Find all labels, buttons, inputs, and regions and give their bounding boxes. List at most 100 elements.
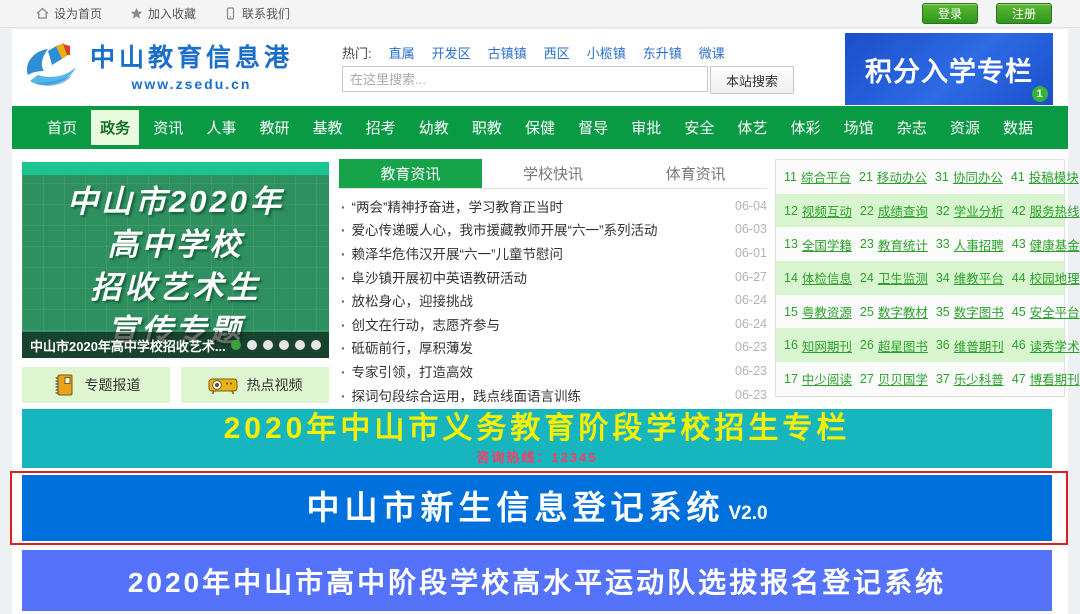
- hot-link-4[interactable]: 小榄镇: [587, 43, 626, 62]
- points-admission-banner[interactable]: 积分入学专栏 1: [845, 33, 1053, 105]
- search-input[interactable]: [342, 66, 708, 92]
- promo-carousel[interactable]: 中山市2020年高中学校招收艺术生宣传专题 中山市2020年高中学校招收艺术..…: [22, 162, 329, 358]
- sports-registration-banner[interactable]: 2020年中山市高中阶段学校高水平运动队选拔报名登记系统: [22, 550, 1052, 611]
- carousel-dot-5[interactable]: [311, 340, 321, 350]
- service-label: 乐少科普: [954, 369, 1004, 388]
- nav-item-1[interactable]: 政务: [91, 110, 139, 145]
- nav-item-9[interactable]: 保健: [516, 110, 564, 145]
- add-favorite-link[interactable]: 加入收藏: [130, 5, 196, 22]
- service-link-12[interactable]: 12视频互动: [776, 201, 852, 220]
- news-item[interactable]: 放松身心，迎接挑战06-24: [339, 288, 767, 312]
- news-title: “两会”精神抒奋进，学习教育正当时: [339, 196, 725, 216]
- contact-us-link[interactable]: 联系我们: [224, 5, 290, 22]
- site-logo[interactable]: 中山教育信息港 www.zsedu.cn: [22, 37, 293, 93]
- nav-item-8[interactable]: 职教: [463, 110, 511, 145]
- carousel-dot-4[interactable]: [295, 340, 305, 350]
- nav-item-11[interactable]: 审批: [622, 110, 670, 145]
- nav-item-7[interactable]: 幼教: [410, 110, 458, 145]
- service-link-26[interactable]: 26超星图书: [852, 336, 928, 355]
- carousel-dot-2[interactable]: [263, 340, 273, 350]
- nav-item-10[interactable]: 督导: [569, 110, 617, 145]
- news-item[interactable]: “两会”精神抒奋进，学习教育正当时06-04: [339, 194, 767, 218]
- service-number: 45: [1012, 305, 1026, 319]
- service-number: 13: [784, 237, 798, 251]
- news-item[interactable]: 专家引领，打造高效06-23: [339, 359, 767, 383]
- service-link-27[interactable]: 27贝贝国学: [852, 369, 928, 388]
- service-link-16[interactable]: 16知网期刊: [776, 336, 852, 355]
- special-reports-button[interactable]: 专题报道: [22, 367, 170, 403]
- nav-item-18[interactable]: 数据: [994, 110, 1042, 145]
- service-label: 粤教资源: [802, 302, 852, 321]
- service-link-45[interactable]: 45安全平台: [1004, 302, 1080, 321]
- nav-item-4[interactable]: 教研: [250, 110, 298, 145]
- news-item[interactable]: 赖泽华危伟汉开展“六一”儿童节慰问06-01: [339, 241, 767, 265]
- service-link-17[interactable]: 17中少阅读: [776, 369, 852, 388]
- register-button[interactable]: 注册: [996, 3, 1052, 24]
- service-link-37[interactable]: 37乐少科普: [928, 369, 1004, 388]
- service-link-32[interactable]: 32学业分析: [928, 201, 1004, 220]
- contact-us-label: 联系我们: [242, 5, 290, 22]
- nav-item-13[interactable]: 体艺: [728, 110, 776, 145]
- service-link-13[interactable]: 13全国学籍: [776, 235, 852, 254]
- news-tab-2[interactable]: 体育资讯: [624, 159, 767, 188]
- nav-item-5[interactable]: 基教: [304, 110, 352, 145]
- service-link-15[interactable]: 15粤教资源: [776, 302, 852, 321]
- newstudent-registration-banner[interactable]: 中山市新生信息登记系统 V2.0: [22, 475, 1052, 541]
- service-number: 23: [860, 237, 874, 251]
- service-link-31[interactable]: 31协同办公: [927, 167, 1003, 186]
- service-link-47[interactable]: 47博看期刊: [1004, 369, 1080, 388]
- service-link-43[interactable]: 43健康基金: [1004, 235, 1080, 254]
- service-link-23[interactable]: 23教育统计: [852, 235, 928, 254]
- service-link-21[interactable]: 21移动办公: [851, 167, 927, 186]
- nav-item-6[interactable]: 招考: [357, 110, 405, 145]
- enrollment-banner[interactable]: 2020年中山市义务教育阶段学校招生专栏 咨询热线：12345: [22, 409, 1052, 468]
- nav-item-15[interactable]: 场馆: [835, 110, 883, 145]
- login-button[interactable]: 登录: [922, 3, 978, 24]
- news-item[interactable]: 探词句段综合运用，践点线面语言训练06-23: [339, 383, 767, 407]
- news-item[interactable]: 阜沙镇开展初中英语教研活动06-27: [339, 265, 767, 289]
- nav-item-3[interactable]: 人事: [197, 110, 245, 145]
- hot-link-6[interactable]: 微课: [699, 43, 725, 62]
- news-tab-0[interactable]: 教育资讯: [339, 159, 482, 188]
- news-tab-1[interactable]: 学校快讯: [482, 159, 625, 188]
- service-link-46[interactable]: 46读秀学术: [1004, 336, 1080, 355]
- service-link-25[interactable]: 25数字教材: [852, 302, 928, 321]
- nav-item-2[interactable]: 资讯: [144, 110, 192, 145]
- quick-buttons-row: 专题报道 热点视频: [22, 367, 329, 403]
- service-link-36[interactable]: 36维普期刊: [928, 336, 1004, 355]
- hot-link-2[interactable]: 古镇镇: [488, 43, 527, 62]
- service-link-35[interactable]: 35数字图书: [928, 302, 1004, 321]
- service-link-14[interactable]: 14体检信息: [776, 268, 852, 287]
- projector-icon: [208, 374, 238, 396]
- service-link-34[interactable]: 34维教平台: [928, 268, 1004, 287]
- hot-link-1[interactable]: 开发区: [432, 43, 471, 62]
- set-home-label: 设为首页: [54, 5, 102, 22]
- set-home-link[interactable]: 设为首页: [36, 5, 102, 22]
- service-link-44[interactable]: 44校园地理: [1004, 268, 1080, 287]
- carousel-dot-0[interactable]: [231, 340, 241, 350]
- site-search-button[interactable]: 本站搜索: [710, 66, 794, 94]
- service-link-42[interactable]: 42服务热线: [1004, 201, 1080, 220]
- carousel-dot-1[interactable]: [247, 340, 257, 350]
- hot-link-0[interactable]: 直属: [389, 43, 415, 62]
- news-item[interactable]: 砥砺前行，厚积薄发06-23: [339, 336, 767, 360]
- hot-link-5[interactable]: 东升镇: [643, 43, 682, 62]
- service-link-11[interactable]: 11综合平台: [776, 167, 851, 186]
- nav-item-0[interactable]: 首页: [38, 110, 86, 145]
- service-link-22[interactable]: 22成绩查询: [852, 201, 928, 220]
- nav-item-17[interactable]: 资源: [941, 110, 989, 145]
- hot-videos-button[interactable]: 热点视频: [181, 367, 329, 403]
- nav-item-12[interactable]: 安全: [675, 110, 723, 145]
- service-link-24[interactable]: 24卫生监测: [852, 268, 928, 287]
- service-link-41[interactable]: 41投稿模块: [1003, 167, 1079, 186]
- service-number: 17: [784, 372, 798, 386]
- news-item[interactable]: 创文在行动，志愿齐参与06-24: [339, 312, 767, 336]
- service-number: 31: [935, 170, 949, 184]
- nav-item-16[interactable]: 杂志: [888, 110, 936, 145]
- carousel-dot-3[interactable]: [279, 340, 289, 350]
- main-content: 中山市2020年高中学校招收艺术生宣传专题 中山市2020年高中学校招收艺术..…: [12, 149, 1068, 407]
- hot-link-3[interactable]: 西区: [544, 43, 570, 62]
- news-item[interactable]: 爱心传递暖人心，我市援藏教师开展“六一”系列活动06-03: [339, 218, 767, 242]
- service-link-33[interactable]: 33人事招聘: [928, 235, 1004, 254]
- nav-item-14[interactable]: 体彩: [782, 110, 830, 145]
